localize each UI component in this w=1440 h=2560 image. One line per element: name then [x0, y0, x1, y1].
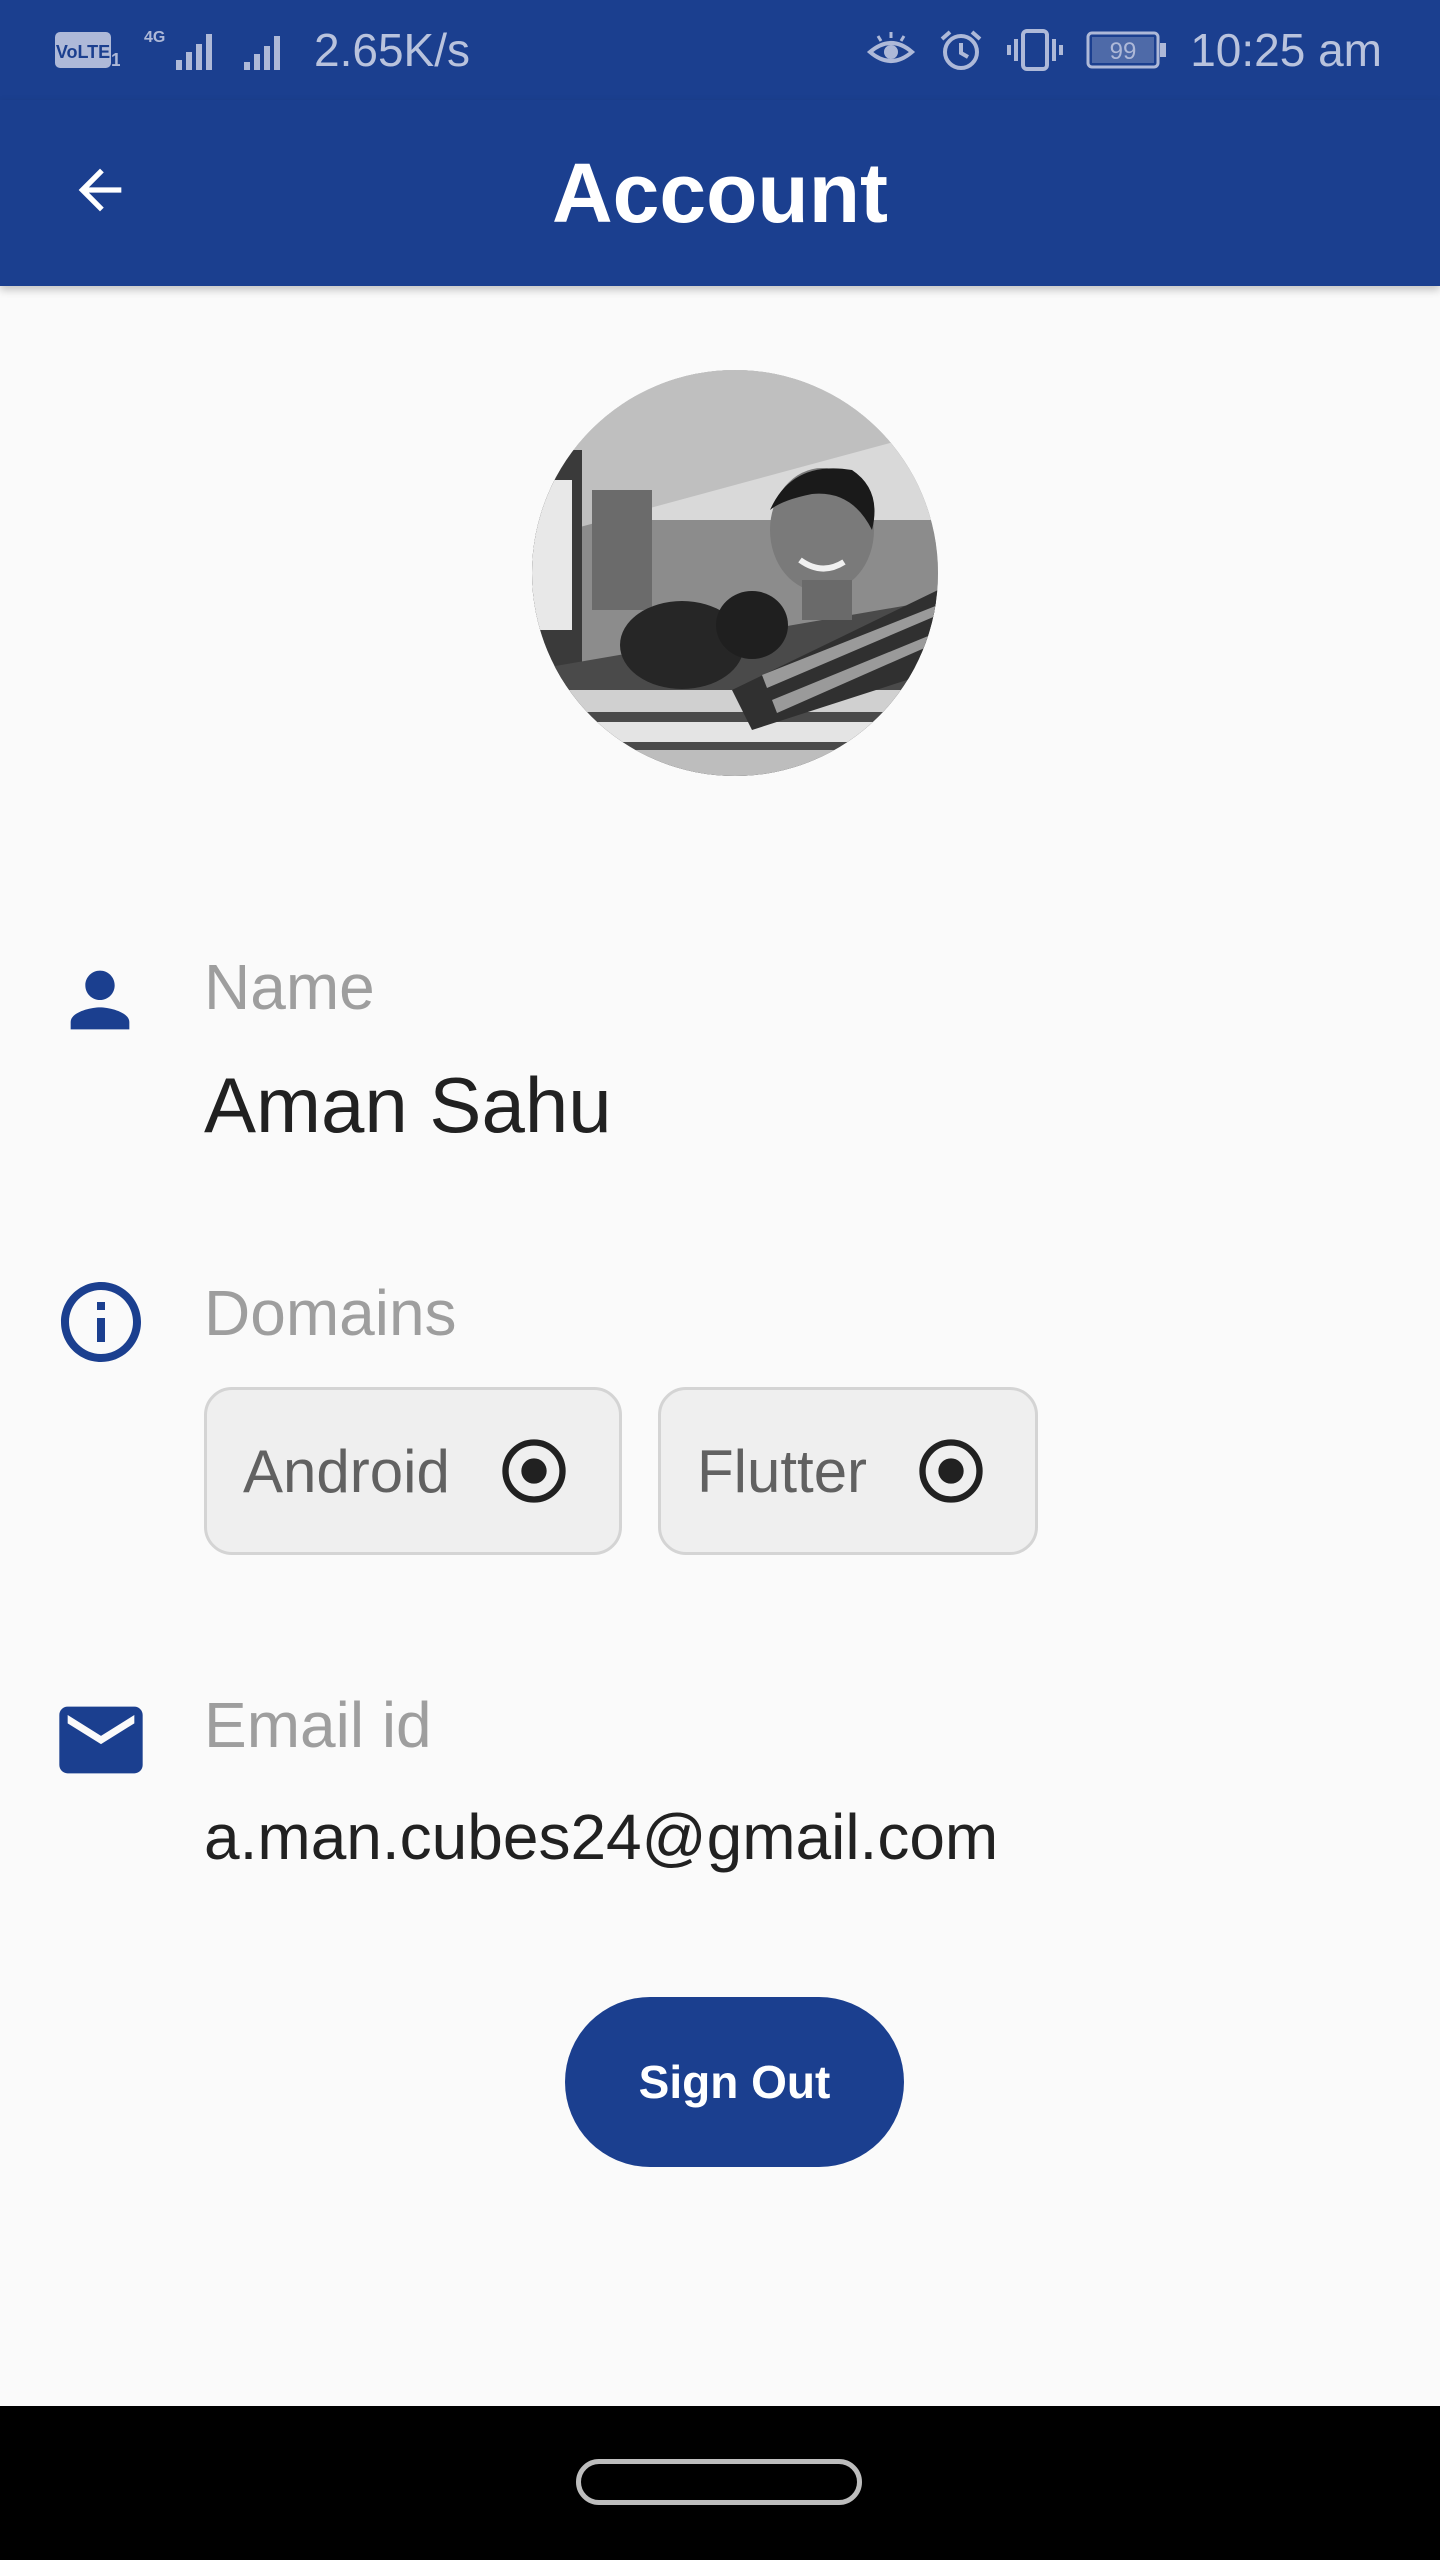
alarm-icon — [938, 27, 984, 73]
chip-label: Flutter — [697, 1437, 868, 1505]
network-speed: 2.65K/s — [314, 24, 470, 76]
volte-icon: VoLTE 1 — [54, 28, 120, 72]
signal-4g-icon: 4G — [142, 26, 218, 74]
svg-text:4G: 4G — [144, 29, 165, 46]
radio-selected-icon — [913, 1433, 989, 1509]
email-value: a.man.cubes24@gmail.com — [204, 1801, 999, 1873]
account-screen: VoLTE 1 4G 2.65K/s 99 10:25 am Account N… — [0, 0, 1440, 2560]
page-title: Account — [552, 145, 888, 240]
vibrate-icon — [1006, 27, 1064, 73]
svg-text:VoLTE: VoLTE — [56, 42, 110, 62]
navigation-bar — [0, 2406, 1440, 2560]
home-button[interactable] — [576, 2459, 862, 2505]
person-icon — [50, 950, 150, 1050]
radio-selected-icon — [496, 1433, 572, 1509]
svg-text:99: 99 — [1110, 38, 1137, 65]
mail-icon — [51, 1690, 151, 1790]
domains-label: Domains — [204, 1277, 457, 1349]
svg-text:1: 1 — [111, 50, 120, 70]
domain-chip-flutter[interactable]: Flutter — [658, 1387, 1038, 1555]
arrow-back-icon — [78, 168, 122, 212]
name-value: Aman Sahu — [204, 1061, 612, 1149]
info-icon — [51, 1272, 151, 1372]
signal-icon — [240, 26, 292, 74]
avatar — [532, 370, 938, 776]
clock: 10:25 am — [1190, 24, 1382, 76]
status-bar-right: 99 10:25 am — [866, 0, 1382, 100]
chip-label: Android — [243, 1437, 450, 1505]
app-bar: Account — [0, 100, 1440, 286]
email-label: Email id — [204, 1689, 432, 1761]
domain-chips: Android Flutter — [204, 1387, 1074, 1555]
eye-comfort-icon — [866, 28, 916, 72]
status-bar: VoLTE 1 4G 2.65K/s 99 10:25 am — [0, 0, 1440, 100]
sign-out-button[interactable]: Sign Out — [565, 1997, 904, 2167]
back-button[interactable] — [50, 140, 150, 240]
status-bar-left: VoLTE 1 4G 2.65K/s — [54, 0, 470, 100]
name-label: Name — [204, 951, 375, 1023]
domain-chip-android[interactable]: Android — [204, 1387, 622, 1555]
battery-icon: 99 — [1086, 29, 1168, 71]
